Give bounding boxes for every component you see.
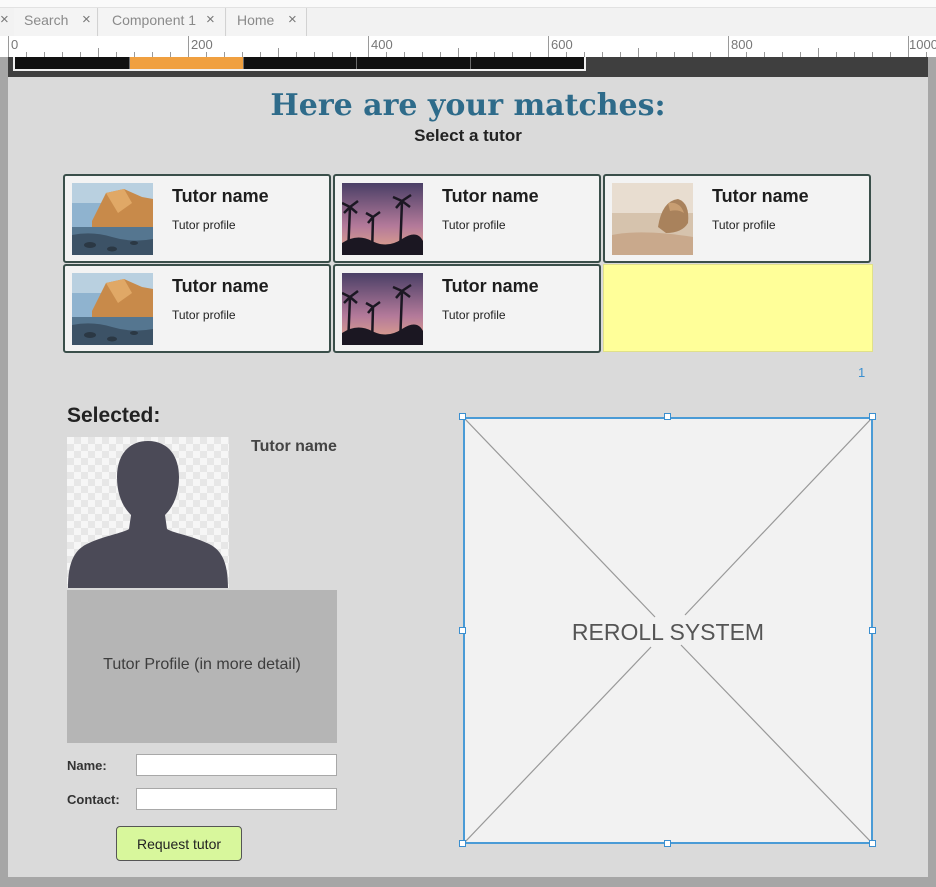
ruler-label: 400 [371, 37, 393, 52]
toolbar-edge [0, 0, 936, 8]
tutor-name: Tutor name [172, 276, 269, 296]
resize-handle[interactable] [664, 840, 671, 847]
tab-component-1[interactable]: Component 1 × [99, 8, 226, 36]
palm-sunset-photo [342, 273, 423, 345]
tutor-card[interactable]: Tutor name Tutor profile [63, 174, 331, 263]
resize-handle[interactable] [459, 627, 466, 634]
ruler-label: 600 [551, 37, 573, 52]
tutor-card[interactable]: Tutor name Tutor profile [63, 264, 331, 353]
tutor-name: Tutor name [442, 276, 539, 296]
contact-field[interactable] [136, 788, 337, 810]
progress-step [356, 57, 470, 69]
ruler-label: 200 [191, 37, 213, 52]
ruler-tick [188, 36, 189, 57]
tutor-detail-panel: Tutor Profile (in more detail) [67, 590, 337, 743]
person-silhouette-icon [68, 441, 228, 588]
tutor-card[interactable]: Tutor name Tutor profile [333, 174, 601, 263]
page-title: Here are your matches: [270, 88, 666, 123]
ruler-label: 1000 [909, 37, 936, 52]
wizard-progress-bar [13, 57, 586, 71]
beach-rock-photo [612, 183, 693, 255]
name-label: Name: [67, 758, 107, 773]
progress-step [15, 57, 129, 69]
progress-divider [356, 57, 358, 69]
close-icon[interactable]: × [82, 8, 91, 32]
tab-search[interactable]: Search × [14, 8, 98, 36]
ruler-tick [818, 48, 819, 57]
ruler-tick [548, 36, 549, 57]
request-tutor-button[interactable]: Request tutor [116, 826, 242, 861]
page-subtitle: Select a tutor [414, 126, 522, 145]
resize-handle[interactable] [459, 840, 466, 847]
tutor-detail-text: Tutor Profile (in more detail) [103, 656, 301, 673]
progress-step [243, 57, 357, 69]
close-icon[interactable]: × [206, 8, 215, 32]
selected-heading: Selected: [67, 404, 161, 427]
close-icon[interactable]: × [0, 8, 9, 32]
tutor-card[interactable]: Tutor name Tutor profile [603, 174, 871, 263]
ruler-label: 0 [11, 37, 19, 52]
ruler-tick [368, 36, 369, 57]
progress-divider [128, 57, 130, 69]
tab-home[interactable]: Home × [227, 8, 307, 36]
tab-label: Component 1 [112, 12, 197, 28]
horizontal-ruler: 0 200 400 600 800 1000 [0, 36, 936, 58]
empty-card-slot [603, 264, 873, 352]
tutor-card[interactable]: Tutor name Tutor profile [333, 264, 601, 353]
ruler-tick [8, 36, 9, 57]
reroll-placeholder[interactable]: REROLL SYSTEM [463, 417, 873, 844]
name-field[interactable] [136, 754, 337, 776]
resize-handle[interactable] [664, 413, 671, 420]
tutor-profile: Tutor profile [172, 308, 236, 322]
tutor-name: Tutor name [172, 186, 269, 206]
pagination-current[interactable]: 1 [858, 365, 865, 380]
tab-label: Home [237, 12, 275, 28]
progress-divider [242, 57, 244, 69]
progress-step [128, 57, 243, 69]
tutor-name: Tutor name [712, 186, 809, 206]
progress-step [470, 57, 584, 69]
resize-handle[interactable] [869, 413, 876, 420]
tutor-profile: Tutor profile [442, 308, 506, 322]
ruler-tick [458, 48, 459, 57]
ruler-tick [98, 48, 99, 57]
progress-divider [470, 57, 472, 69]
contact-label: Contact: [67, 792, 120, 807]
reroll-label: REROLL SYSTEM [571, 619, 765, 645]
tutor-profile: Tutor profile [712, 218, 776, 232]
selected-tutor-name: Tutor name [251, 438, 337, 455]
coastal-cliffs-photo [72, 183, 153, 255]
document-tab-bar: × Search × Component 1 × Home × [0, 0, 936, 37]
avatar [67, 437, 229, 588]
resize-handle[interactable] [869, 840, 876, 847]
resize-handle[interactable] [869, 627, 876, 634]
close-icon[interactable]: × [288, 8, 297, 32]
ruler-tick [728, 36, 729, 57]
coastal-cliffs-photo [72, 273, 153, 345]
tutor-name: Tutor name [442, 186, 539, 206]
resize-handle[interactable] [459, 413, 466, 420]
tutor-profile: Tutor profile [172, 218, 236, 232]
ruler-tick [908, 36, 909, 57]
tab-label: Search [24, 12, 69, 28]
ruler-tick [638, 48, 639, 57]
ruler-label: 800 [731, 37, 753, 52]
ruler-tick [278, 48, 279, 57]
palm-sunset-photo [342, 183, 423, 255]
tutor-profile: Tutor profile [442, 218, 506, 232]
